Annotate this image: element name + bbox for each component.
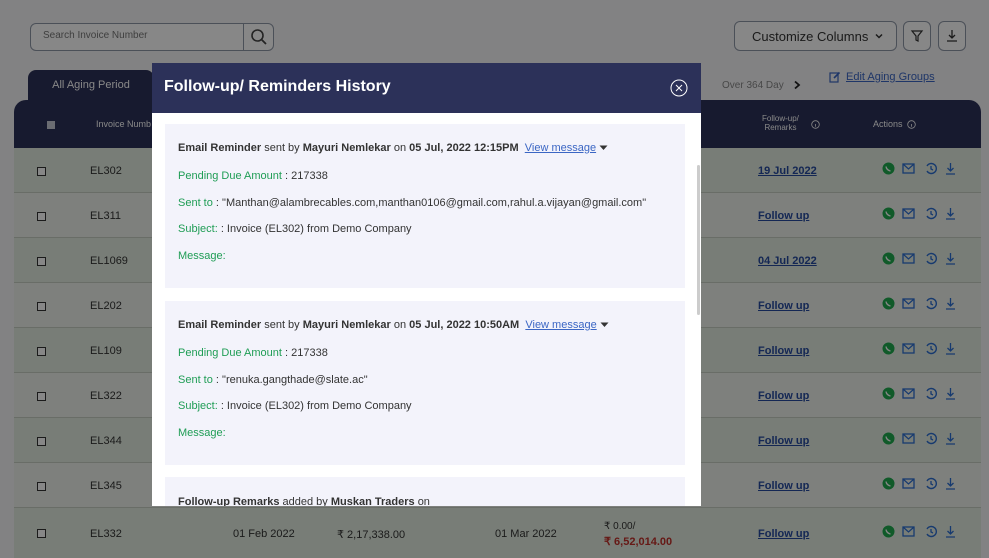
sent-to-row: Sent to : "Manthan@alambrecables.com,man… [178, 197, 646, 209]
remark-type: Follow-up Remarks [178, 496, 280, 506]
pending-due-label: Pending Due Amount [178, 170, 282, 182]
on-text: on [417, 496, 430, 506]
added-by-text: added by [282, 496, 328, 506]
modal-title: Follow-up/ Reminders History [164, 78, 391, 95]
sender-name: Mayuri Nemlekar [302, 142, 391, 154]
reminder-entry: Email Reminder sent by Mayuri Nemlekar o… [165, 301, 685, 465]
view-message-link[interactable]: View message [525, 319, 596, 331]
subject-value: : Invoice (EL302) from Demo Company [220, 223, 412, 235]
on-text: on [393, 319, 407, 331]
sent-by-text: sent by [264, 319, 300, 331]
reminder-heading: Email Reminder sent by Mayuri Nemlekar o… [178, 142, 608, 154]
sender-name: Mayuri Nemlekar [302, 319, 391, 331]
modal-body[interactable]: Email Reminder sent by Mayuri Nemlekar o… [152, 113, 701, 506]
pending-due-label: Pending Due Amount [178, 347, 282, 359]
subject-row: Subject: : Invoice (EL302) from Demo Com… [178, 400, 412, 412]
remark-entry: Follow-up Remarks added by Muskan Trader… [165, 477, 685, 506]
caret-down-icon[interactable] [600, 322, 609, 328]
reminder-heading: Email Reminder sent by Mayuri Nemlekar o… [178, 319, 609, 331]
scrollbar-thumb[interactable] [697, 165, 700, 315]
message-label: Message: [178, 427, 226, 439]
reminder-entry: Email Reminder sent by Mayuri Nemlekar o… [165, 124, 685, 288]
subject-row: Subject: : Invoice (EL302) from Demo Com… [178, 223, 412, 235]
modal-header: Follow-up/ Reminders History [152, 63, 701, 113]
subject-label: Subject: [178, 400, 218, 412]
pending-due-value: : 217338 [285, 170, 328, 182]
sent-datetime: 05 Jul, 2022 10:50AM [409, 319, 520, 331]
on-text: on [393, 142, 407, 154]
subject-value: : Invoice (EL302) from Demo Company [220, 400, 412, 412]
caret-down-icon[interactable] [599, 145, 608, 151]
reminder-type: Email Reminder [178, 142, 262, 154]
sent-to-label: Sent to [178, 374, 213, 386]
message-label: Message: [178, 250, 226, 262]
remark-author: Muskan Traders [330, 496, 415, 506]
sent-to-value: : "renuka.gangthade@slate.ac" [215, 374, 368, 386]
subject-label: Subject: [178, 223, 218, 235]
sent-datetime: 05 Jul, 2022 12:15PM [409, 142, 519, 154]
pending-due-value: : 217338 [285, 347, 328, 359]
view-message-link[interactable]: View message [525, 142, 596, 154]
pending-due-row: Pending Due Amount : 217338 [178, 170, 328, 182]
sent-by-text: sent by [264, 142, 300, 154]
remark-heading: Follow-up Remarks added by Muskan Trader… [178, 496, 430, 506]
sent-to-label: Sent to [178, 197, 213, 209]
sent-to-row: Sent to : "renuka.gangthade@slate.ac" [178, 374, 368, 386]
reminder-type: Email Reminder [178, 319, 262, 331]
close-icon[interactable] [670, 79, 688, 97]
pending-due-row: Pending Due Amount : 217338 [178, 347, 328, 359]
sent-to-value: : "Manthan@alambrecables.com,manthan0106… [215, 197, 647, 209]
reminders-history-modal: Follow-up/ Reminders History Email Remin… [152, 63, 701, 506]
